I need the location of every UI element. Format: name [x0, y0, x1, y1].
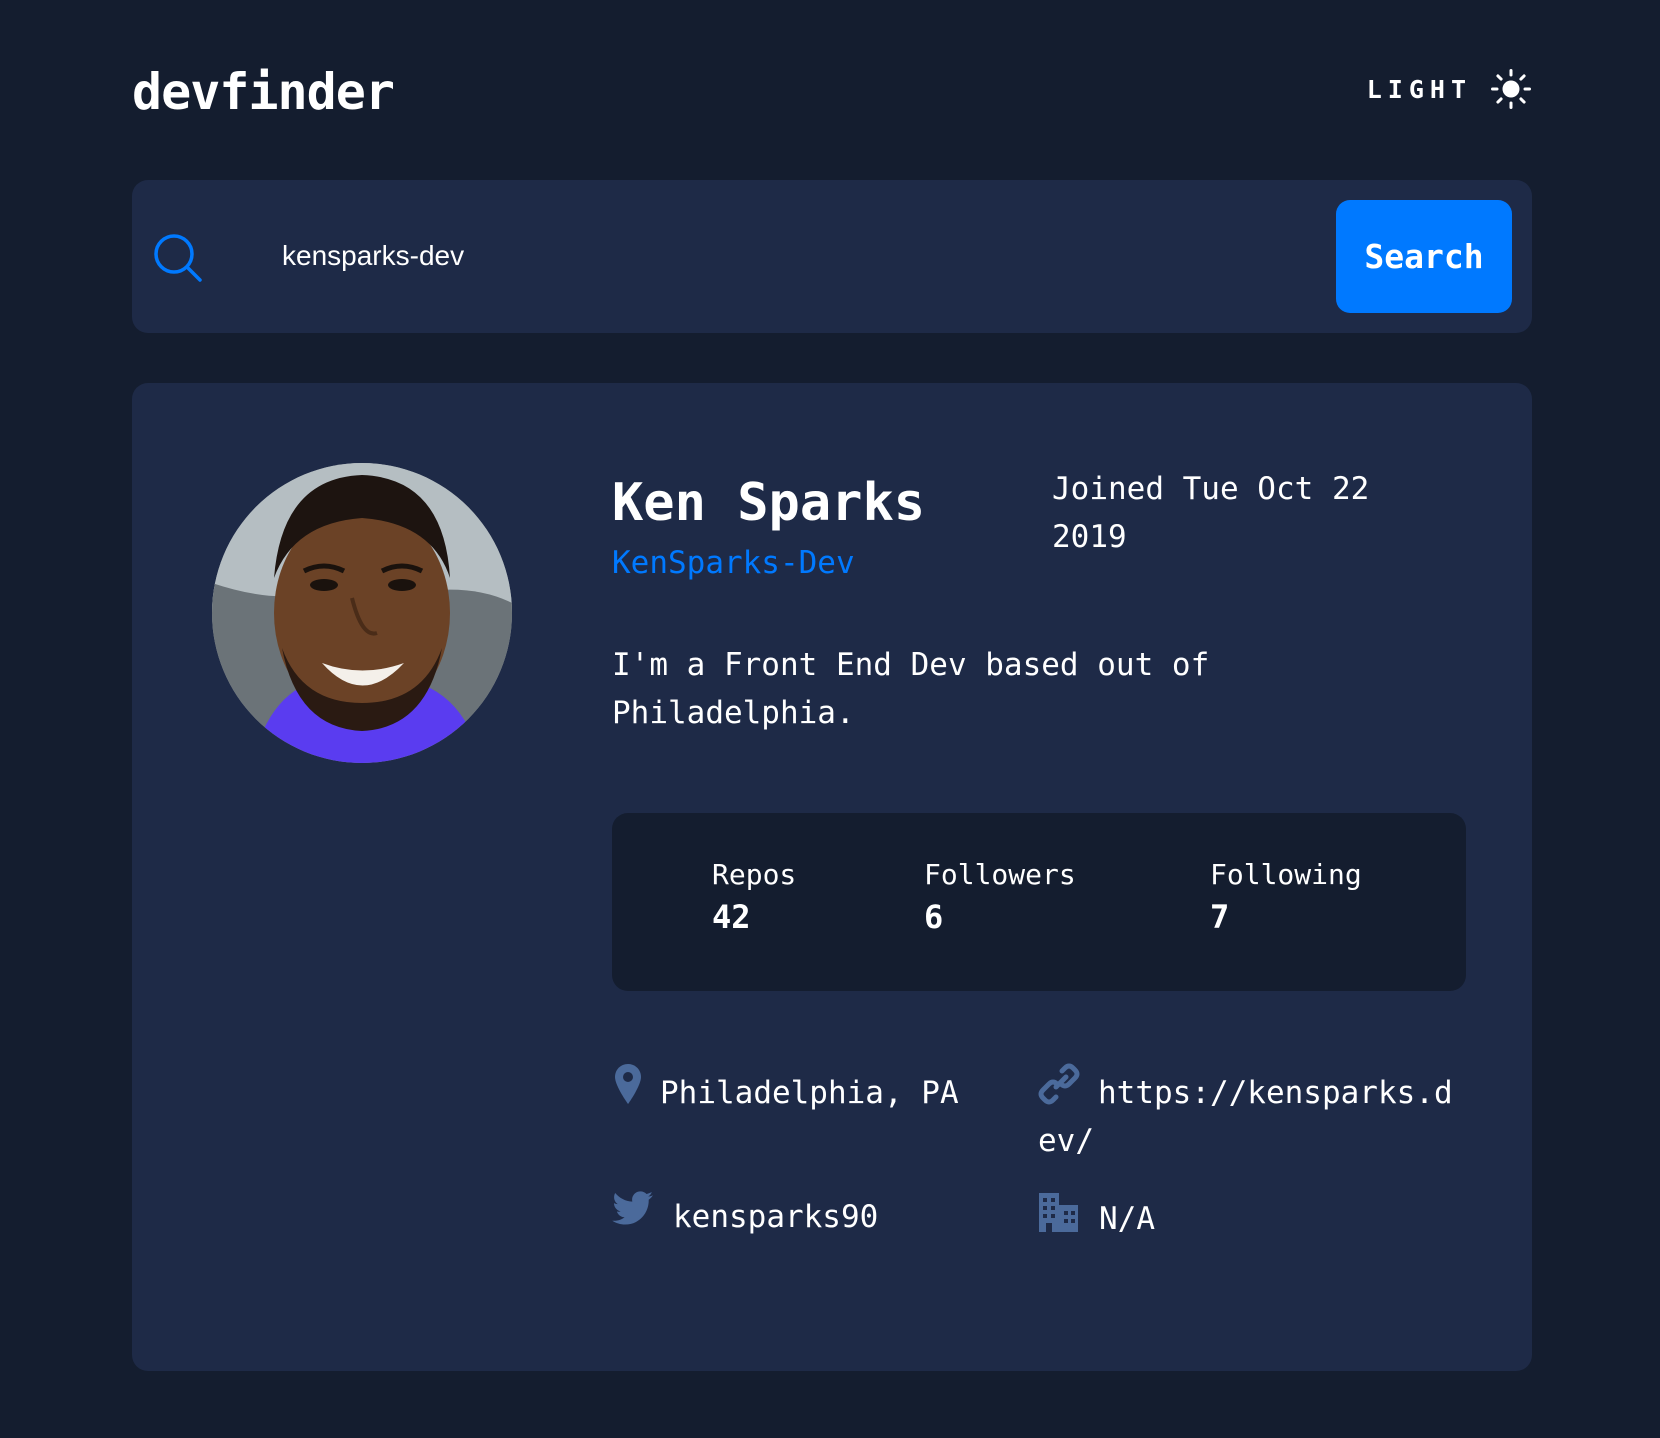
search-icon — [154, 234, 202, 282]
theme-toggle-label: LIGHT — [1366, 74, 1472, 104]
joined-date: Joined Tue Oct 22 2019 — [1052, 471, 1370, 555]
company-text: N/A — [1099, 1201, 1155, 1237]
stat-following-label: Following — [1210, 858, 1362, 891]
stat-following-value: 7 — [1210, 898, 1230, 936]
location-pin-icon — [615, 1064, 641, 1104]
theme-toggle-button[interactable]: LIGHT — [1367, 68, 1532, 110]
app-logo: devfinder — [132, 63, 395, 121]
company-item: N/A — [1038, 1191, 1438, 1251]
stat-followers-label: Followers — [924, 858, 1076, 891]
twitter-item: kensparks90 — [612, 1191, 1012, 1251]
blog-link[interactable]: https://kensparks.dev/ — [1038, 1069, 1468, 1165]
stats-panel: Repos 42 Followers 6 Following 7 — [612, 813, 1466, 991]
profile-bio: I'm a Front End Dev based out of Philade… — [612, 647, 1210, 731]
search-bar: Search — [132, 180, 1532, 333]
stat-repos-value: 42 — [712, 898, 751, 936]
stat-repos-label: Repos — [712, 858, 797, 891]
stat-repos: Repos 42 — [712, 857, 796, 941]
avatar — [212, 463, 512, 763]
twitter-text: kensparks90 — [673, 1199, 879, 1235]
profile-name: Ken Sparks — [612, 473, 926, 533]
search-button[interactable]: Search — [1336, 200, 1512, 313]
building-icon — [1039, 1193, 1078, 1232]
location-item: Philadelphia, PA — [612, 1063, 1012, 1123]
avatar-image — [212, 463, 512, 763]
profile-card: Ken Sparks KenSparks-Dev Joined Tue Oct … — [132, 383, 1532, 1371]
blog-item: https://kensparks.dev/ — [1038, 1063, 1468, 1173]
location-text: Philadelphia, PA — [660, 1075, 959, 1111]
twitter-icon — [612, 1191, 653, 1225]
stat-followers: Followers 6 — [924, 857, 1076, 941]
profile-login-link[interactable]: KenSparks-Dev — [612, 543, 855, 583]
search-input[interactable] — [282, 220, 1282, 292]
stat-followers-value: 6 — [924, 898, 944, 936]
stat-following: Following 7 — [1210, 857, 1362, 941]
app-header: devfinder LIGHT — [132, 58, 1532, 126]
sun-icon — [1491, 69, 1531, 109]
